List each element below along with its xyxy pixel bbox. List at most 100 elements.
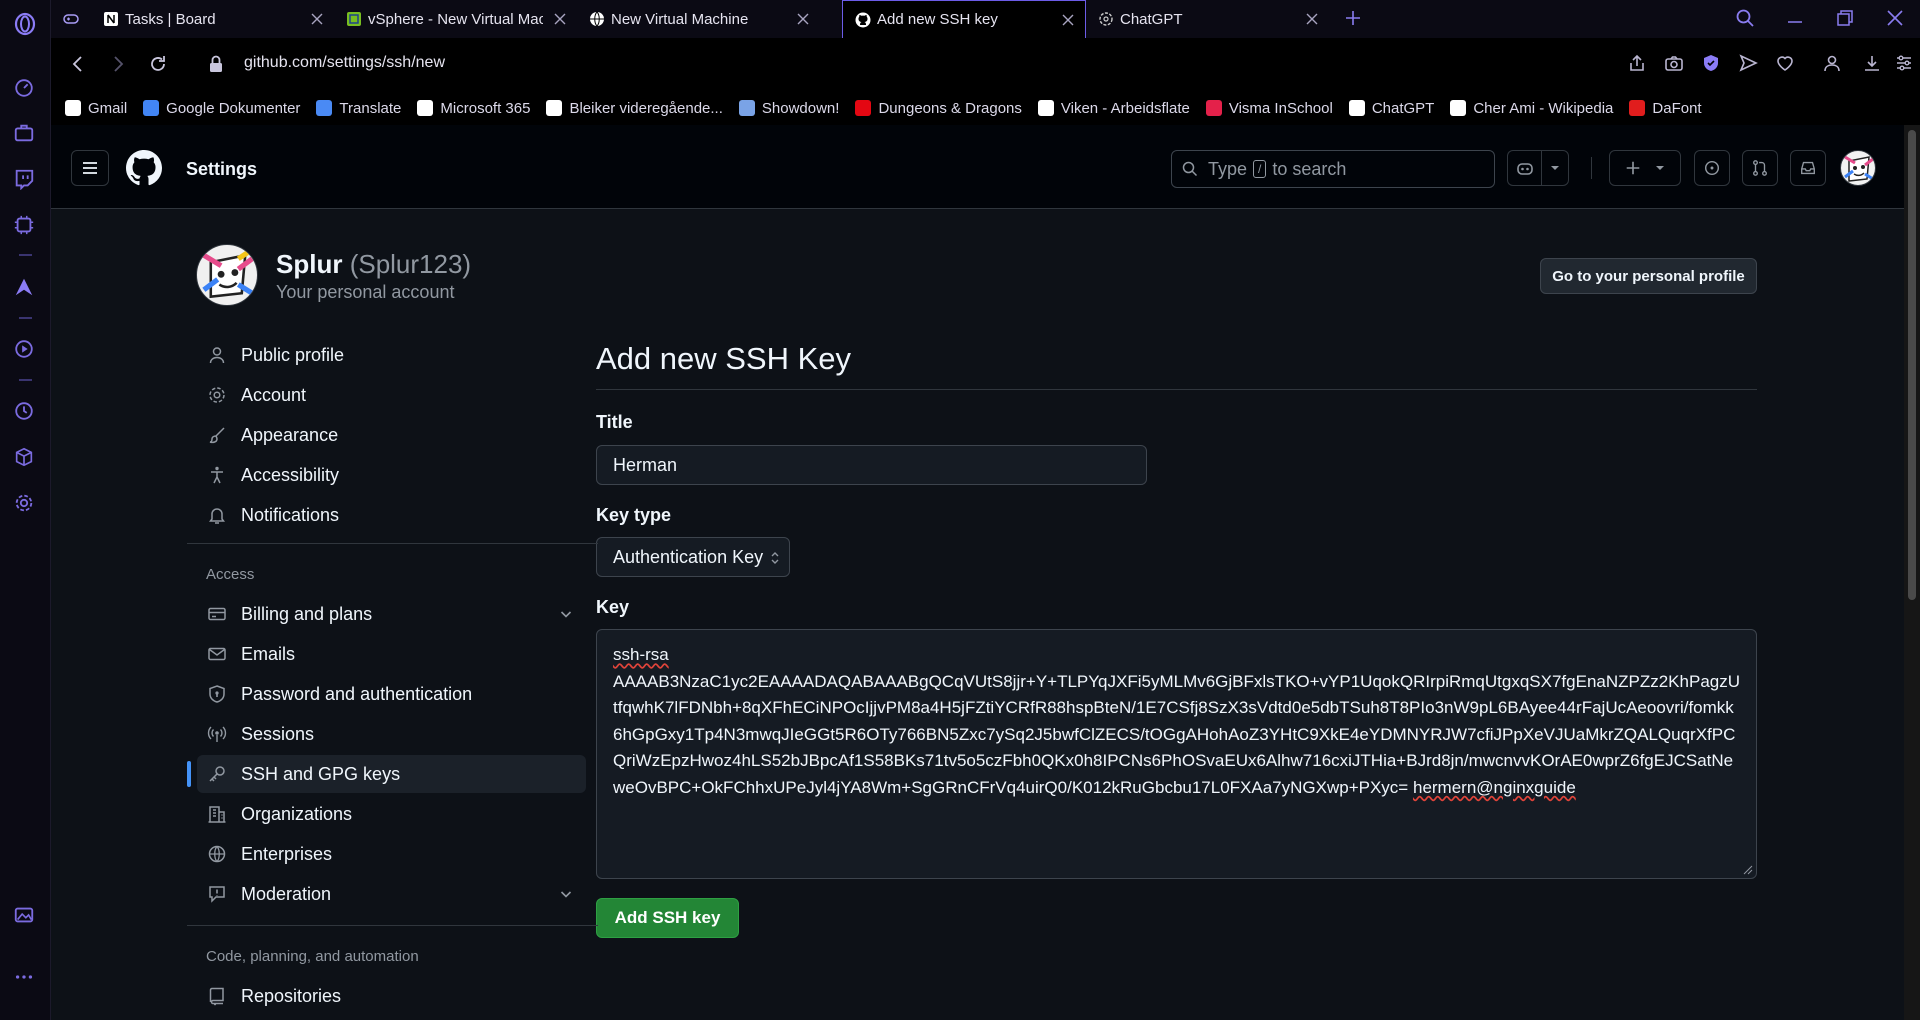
- bookmark-item[interactable]: ChatGPT: [1348, 100, 1434, 117]
- gallery-icon[interactable]: [13, 904, 37, 928]
- bookmark-favicon-icon: [417, 100, 434, 116]
- adblock-shield-icon[interactable]: [1701, 53, 1721, 73]
- bookmark-item[interactable]: Translate: [316, 100, 401, 117]
- key-type-label: Key type: [596, 505, 672, 525]
- sidebar-item-moderation[interactable]: Moderation: [197, 875, 586, 913]
- bookmark-item[interactable]: DaFont: [1629, 100, 1702, 117]
- tab-chatgpt[interactable]: ChatGPT: [1086, 0, 1329, 38]
- go-to-profile-button[interactable]: Go to your personal profile: [1540, 258, 1757, 294]
- heart-icon[interactable]: [1775, 53, 1795, 73]
- user-avatar[interactable]: [1840, 150, 1876, 186]
- bookmark-item[interactable]: Visma InSchool: [1205, 100, 1333, 117]
- sidebar-item-emails[interactable]: Emails: [197, 635, 586, 673]
- broadcast-icon: [207, 724, 227, 744]
- menu-button[interactable]: [71, 150, 109, 186]
- chip-icon[interactable]: [13, 214, 37, 238]
- cube-icon[interactable]: [13, 446, 37, 470]
- bookmark-item[interactable]: Bleiker videregående...: [546, 100, 723, 117]
- close-tab-icon[interactable]: [1305, 12, 1319, 26]
- copilot-button[interactable]: [1507, 150, 1541, 186]
- scrollbar-thumb[interactable]: [1908, 130, 1916, 600]
- title-input[interactable]: Herman: [596, 445, 1147, 485]
- restore-icon[interactable]: [1835, 8, 1855, 28]
- sidebar-item-repositories[interactable]: Repositories: [197, 977, 586, 1015]
- share-icon[interactable]: [1627, 53, 1647, 73]
- aria-icon[interactable]: [13, 276, 37, 300]
- bookmark-item[interactable]: Cher Ami - Wikipedia: [1450, 100, 1613, 117]
- settings-icon[interactable]: [13, 492, 37, 516]
- twitch-icon[interactable]: [13, 168, 37, 192]
- tab-gamepad[interactable]: [51, 0, 91, 38]
- page-title: Add new SSH Key: [596, 341, 852, 376]
- search-input[interactable]: Type / to search: [1171, 150, 1495, 188]
- sidebar-item-billing-and-plans[interactable]: Billing and plans: [197, 595, 586, 633]
- chevron-down-icon[interactable]: [558, 886, 574, 902]
- copilot-dropdown-icon[interactable]: [1541, 150, 1569, 186]
- sidebar-item-label: Appearance: [241, 424, 339, 445]
- add-ssh-key-button[interactable]: Add SSH key: [596, 898, 739, 938]
- url-field[interactable]: github.com/settings/ssh/new: [244, 54, 445, 72]
- close-tab-icon[interactable]: [553, 12, 567, 26]
- sidebar-item-public-profile[interactable]: Public profile: [197, 336, 586, 374]
- issues-button[interactable]: [1694, 150, 1730, 186]
- create-new-button[interactable]: [1609, 150, 1681, 186]
- sidebar-item-organizations[interactable]: Organizations: [197, 795, 586, 833]
- close-tab-icon[interactable]: [310, 12, 324, 26]
- opera-logo-icon[interactable]: [13, 12, 37, 36]
- player-icon[interactable]: [13, 338, 37, 362]
- key-type-select[interactable]: Authentication Key: [596, 537, 790, 577]
- header-title[interactable]: Settings: [186, 159, 257, 180]
- bookmark-item[interactable]: Gmail: [65, 100, 127, 117]
- bookmark-label: Showdown!: [761, 99, 840, 117]
- sidebar-item-notifications[interactable]: Notifications: [197, 496, 586, 534]
- bookmark-favicon-icon: [1205, 100, 1222, 116]
- resize-handle-icon[interactable]: [1743, 865, 1753, 875]
- account-avatar[interactable]: [196, 244, 258, 306]
- forward-icon[interactable]: [107, 53, 129, 75]
- speed-dial-icon[interactable]: [13, 77, 37, 101]
- back-icon[interactable]: [67, 53, 89, 75]
- bookmark-item[interactable]: Viken - Arbeidsflate: [1037, 99, 1190, 117]
- sidebar-item-accessibility[interactable]: Accessibility: [197, 456, 586, 494]
- chevron-down-icon[interactable]: [558, 606, 574, 622]
- bookmark-item[interactable]: Showdown!: [738, 99, 840, 117]
- bookmark-item[interactable]: Dungeons & Dragons: [855, 100, 1022, 117]
- bookmark-item[interactable]: Google Dokumenter: [143, 100, 300, 117]
- easy-setup-icon[interactable]: [1894, 53, 1914, 73]
- sidebar-item-ssh-and-gpg-keys[interactable]: SSH and GPG keys: [187, 755, 586, 793]
- reload-icon[interactable]: [147, 53, 169, 75]
- close-window-icon[interactable]: [1885, 8, 1905, 28]
- tab-add-ssh-key[interactable]: Add new SSH key: [842, 0, 1086, 38]
- close-tab-icon[interactable]: [796, 12, 810, 26]
- mail-icon: [207, 644, 227, 664]
- key-type-prefix: ssh-rsa: [613, 645, 669, 664]
- bookmark-label: Viken - Arbeidsflate: [1060, 99, 1190, 117]
- tab-vsphere[interactable]: vSphere - New Virtual Mach: [334, 0, 577, 38]
- tab-new-virtual-machine[interactable]: New Virtual Machine: [577, 0, 820, 38]
- download-icon[interactable]: [1862, 53, 1882, 73]
- pull-requests-button[interactable]: [1742, 150, 1778, 186]
- bookmark-item[interactable]: Microsoft 365: [417, 100, 530, 117]
- sidebar-item-appearance[interactable]: Appearance: [197, 416, 586, 454]
- sidebar-item-account[interactable]: Account: [197, 376, 586, 414]
- sidebar-item-sessions[interactable]: Sessions: [197, 715, 586, 753]
- close-tab-icon[interactable]: [1061, 13, 1075, 27]
- briefcase-icon[interactable]: [13, 122, 37, 146]
- profile-icon[interactable]: [1822, 53, 1842, 73]
- github-logo-icon[interactable]: [126, 150, 162, 186]
- camera-icon[interactable]: [1664, 53, 1684, 73]
- history-icon[interactable]: [13, 400, 37, 424]
- minimize-icon[interactable]: [1785, 8, 1805, 28]
- key-textarea[interactable]: ssh-rsa AAAAB3NzaC1yc2EAAAADAQABAAABgQCq…: [596, 629, 1757, 879]
- send-icon[interactable]: [1738, 53, 1758, 73]
- sidebar-item-password-and-authentication[interactable]: Password and authentication: [197, 675, 586, 713]
- inbox-button[interactable]: [1790, 150, 1826, 186]
- lock-icon[interactable]: [205, 53, 227, 75]
- search-placeholder-suffix: to search: [1272, 158, 1347, 179]
- more-icon[interactable]: [13, 966, 37, 990]
- account-name[interactable]: Splur (Splur123): [276, 249, 471, 280]
- sidebar-item-enterprises[interactable]: Enterprises: [197, 835, 586, 873]
- tab-tasks-board[interactable]: Tasks | Board: [91, 0, 334, 38]
- search-tabs-icon[interactable]: [1735, 8, 1755, 28]
- new-tab-icon[interactable]: [1343, 8, 1363, 28]
